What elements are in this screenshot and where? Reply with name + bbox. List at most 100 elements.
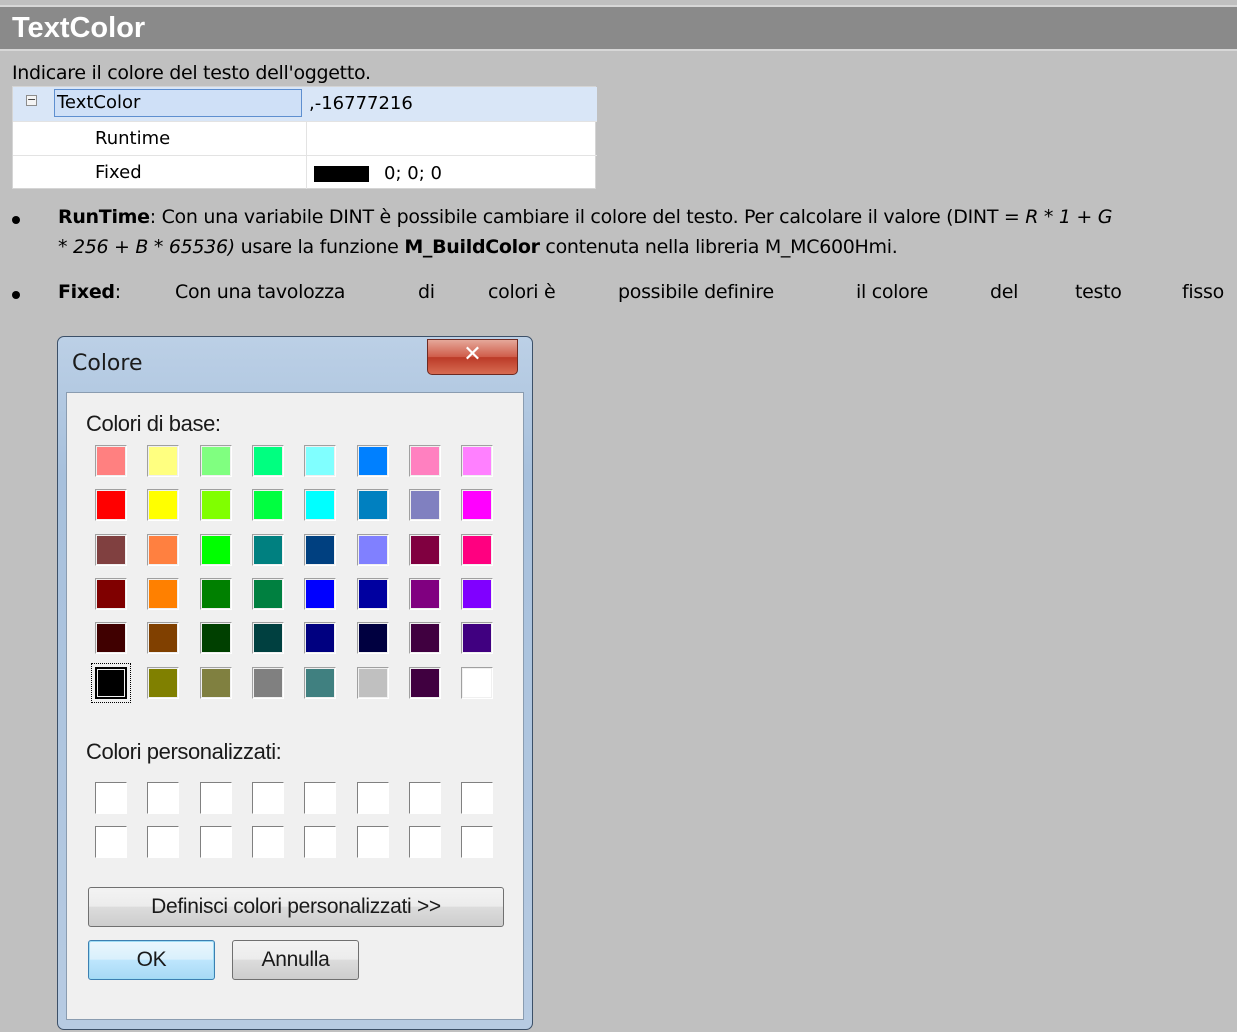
basic-color-cell[interactable]: [356, 666, 389, 699]
basic-color-cell[interactable]: [356, 622, 389, 655]
custom-color-cell[interactable]: [251, 782, 284, 814]
property-row-runtime[interactable]: Runtime: [13, 121, 597, 155]
basic-color-cell[interactable]: [251, 577, 284, 610]
basic-color-cell[interactable]: [356, 533, 389, 566]
color-fill: [201, 491, 230, 520]
basic-color-cell[interactable]: [461, 445, 494, 477]
custom-color-cell[interactable]: [251, 826, 284, 858]
custom-color-cell[interactable]: [199, 782, 232, 814]
custom-color-cell[interactable]: [199, 826, 232, 858]
basic-color-cell[interactable]: [356, 489, 389, 522]
basic-color-cell[interactable]: [251, 489, 284, 522]
property-name-runtime[interactable]: Runtime: [95, 125, 170, 153]
property-row-textcolor[interactable]: − TextColor ,-16777216: [13, 87, 597, 121]
basic-color-cell[interactable]: [408, 577, 441, 610]
color-fill: [410, 624, 439, 653]
basic-color-cell[interactable]: [356, 577, 389, 610]
property-name-fixed[interactable]: Fixed: [95, 159, 142, 187]
basic-color-cell[interactable]: [95, 622, 127, 655]
basic-color-cell[interactable]: [408, 666, 441, 699]
property-value-fixed[interactable]: 0; 0; 0: [384, 159, 442, 189]
basic-color-cell[interactable]: [199, 489, 232, 522]
custom-color-cell[interactable]: [461, 782, 494, 814]
basic-color-cell[interactable]: [408, 622, 441, 655]
basic-color-cell[interactable]: [304, 577, 337, 610]
basic-color-cell[interactable]: [199, 622, 232, 655]
color-fill: [149, 579, 178, 608]
color-fill: [410, 579, 439, 608]
basic-color-cell[interactable]: [147, 666, 180, 699]
basic-color-cell[interactable]: [199, 533, 232, 566]
basic-color-cell[interactable]: [147, 533, 180, 566]
close-button[interactable]: ✕: [427, 339, 518, 375]
color-fill: [463, 624, 492, 653]
collapse-icon[interactable]: −: [26, 94, 37, 106]
basic-color-cell[interactable]: [408, 533, 441, 566]
runtime-formula-a: R * 1 + G: [1025, 206, 1113, 228]
basic-color-cell[interactable]: [304, 622, 337, 655]
color-fill: [97, 491, 125, 520]
basic-color-cell[interactable]: [91, 662, 131, 703]
basic-color-cell[interactable]: [147, 489, 180, 522]
property-row-fixed[interactable]: Fixed 0; 0; 0: [13, 155, 597, 189]
cancel-button[interactable]: Annulla: [232, 940, 359, 980]
custom-color-cell[interactable]: [95, 782, 127, 814]
color-dialog: Colore ✕ Colori di base: Colori personal…: [57, 336, 533, 1030]
basic-color-cell[interactable]: [95, 489, 127, 522]
color-fill: [463, 535, 492, 564]
basic-color-cell[interactable]: [251, 622, 284, 655]
basic-color-cell[interactable]: [461, 577, 494, 610]
custom-color-cell[interactable]: [95, 826, 127, 858]
custom-color-cell[interactable]: [408, 826, 441, 858]
property-value-textcolor[interactable]: ,-16777216: [309, 91, 413, 117]
ok-button[interactable]: OK: [88, 940, 215, 980]
basic-color-cell[interactable]: [147, 622, 180, 655]
basic-color-cell[interactable]: [408, 445, 441, 477]
basic-color-cell[interactable]: [304, 533, 337, 566]
fixed-word: colori è: [488, 281, 556, 303]
basic-color-cell[interactable]: [251, 533, 284, 566]
color-fill: [98, 669, 124, 696]
color-fill: [358, 624, 387, 653]
custom-color-cell[interactable]: [461, 826, 494, 858]
custom-color-cell[interactable]: [147, 782, 180, 814]
color-fill: [306, 579, 335, 608]
fixed-word: fisso: [1182, 281, 1224, 303]
basic-color-cell[interactable]: [461, 666, 494, 699]
basic-color-cell[interactable]: [304, 666, 337, 699]
runtime-text-b: usare la funzione: [234, 236, 405, 258]
basic-color-cell[interactable]: [461, 489, 494, 522]
custom-color-cell[interactable]: [408, 782, 441, 814]
define-custom-colors-button[interactable]: Definisci colori personalizzati >>: [88, 887, 504, 927]
basic-color-cell[interactable]: [304, 489, 337, 522]
basic-color-cell[interactable]: [199, 445, 232, 477]
property-name-textcolor[interactable]: TextColor: [54, 89, 302, 117]
basic-color-cell[interactable]: [147, 577, 180, 610]
basic-color-cell[interactable]: [95, 445, 127, 477]
custom-color-cell[interactable]: [147, 826, 180, 858]
color-fill: [149, 447, 178, 475]
color-fill: [410, 535, 439, 564]
basic-color-cell[interactable]: [199, 666, 232, 699]
basic-color-cell[interactable]: [251, 666, 284, 699]
custom-color-cell[interactable]: [304, 782, 337, 814]
basic-color-cell[interactable]: [304, 445, 337, 477]
basic-color-cell[interactable]: [95, 533, 127, 566]
runtime-formula-b: * 256 + B * 65536): [58, 236, 235, 258]
basic-color-cell[interactable]: [147, 445, 180, 477]
color-fill: [463, 491, 492, 520]
color-fill: [201, 624, 230, 653]
color-fill: [201, 579, 230, 608]
custom-color-cell[interactable]: [356, 826, 389, 858]
basic-color-cell[interactable]: [356, 445, 389, 477]
basic-color-cell[interactable]: [199, 577, 232, 610]
color-fill: [410, 447, 439, 475]
custom-color-cell[interactable]: [356, 782, 389, 814]
basic-color-cell[interactable]: [95, 577, 127, 610]
color-fill: [149, 491, 178, 520]
basic-color-cell[interactable]: [461, 533, 494, 566]
basic-color-cell[interactable]: [461, 622, 494, 655]
custom-color-cell[interactable]: [304, 826, 337, 858]
basic-color-cell[interactable]: [408, 489, 441, 522]
basic-color-cell[interactable]: [251, 445, 284, 477]
